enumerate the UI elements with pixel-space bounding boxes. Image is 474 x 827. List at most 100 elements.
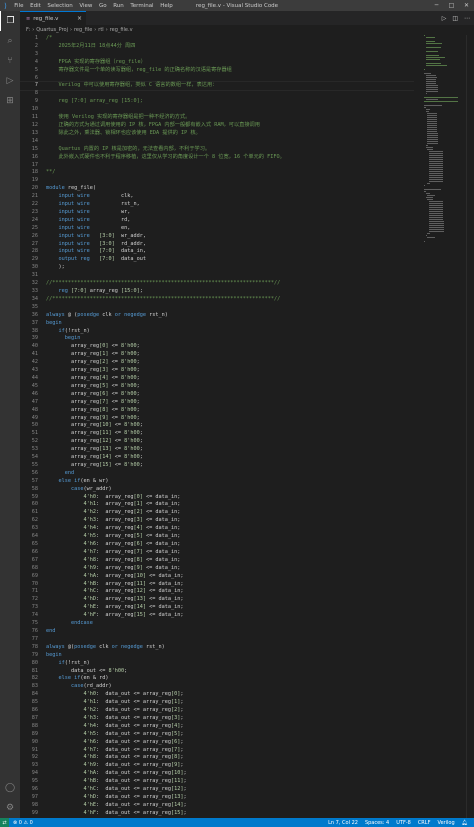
- run-debug-icon[interactable]: ▷: [0, 71, 20, 91]
- search-icon[interactable]: ⌕: [0, 31, 20, 51]
- code-line[interactable]: 29 output reg [7:0] data_out: [20, 256, 414, 264]
- code-line[interactable]: 2 2025年2月11日 18点44分 周四: [20, 43, 414, 51]
- code-line[interactable]: 79 begin: [20, 652, 414, 660]
- code-line[interactable]: 83 case(rd_addr): [20, 683, 414, 691]
- code-line[interactable]: 3: [20, 51, 414, 59]
- code-line[interactable]: 46 array_reg[6] <= 8'h00;: [20, 391, 414, 399]
- code-line[interactable]: 94 4'hA: data_out <= array_reg[10];: [20, 770, 414, 778]
- code-line[interactable]: 49 array_reg[9] <= 8'h00;: [20, 415, 414, 423]
- code-line[interactable]: 89 4'h5: data_out <= array_reg[5];: [20, 731, 414, 739]
- code-line[interactable]: 73 4'hE: array_reg[14] <= data_in;: [20, 604, 414, 612]
- code-line[interactable]: 56 end: [20, 470, 414, 478]
- code-line[interactable]: 69 4'hA: array_reg[10] <= data_in;: [20, 573, 414, 581]
- code-line[interactable]: 59 4'h0: array_reg[0] <= data_in;: [20, 494, 414, 502]
- menu-item-edit[interactable]: Edit: [27, 3, 44, 9]
- code-line[interactable]: 95 4'hB: data_out <= array_reg[11];: [20, 778, 414, 786]
- code-line[interactable]: 7 Verilog 中可以使用寄存器组，类似 C 语言的数组一样，表达用：: [20, 81, 414, 92]
- menu-item-file[interactable]: File: [11, 3, 27, 9]
- code-line[interactable]: 17: [20, 162, 414, 170]
- code-line[interactable]: 55 array_reg[15] <= 8'h00;: [20, 462, 414, 470]
- code-line[interactable]: 86 4'h2: data_out <= array_reg[2];: [20, 707, 414, 715]
- breadcrumb-item[interactable]: rtl: [98, 27, 103, 33]
- menu-item-terminal[interactable]: Terminal: [127, 3, 157, 9]
- code-line[interactable]: 88 4'h4: data_out <= array_reg[4];: [20, 723, 414, 731]
- code-line[interactable]: 68 4'h9: array_reg[9] <= data_in;: [20, 565, 414, 573]
- code-line[interactable]: 78 always @(posedge clk or negedge rst_n): [20, 644, 414, 652]
- code-line[interactable]: 19: [20, 177, 414, 185]
- extensions-icon[interactable]: ⊞: [0, 91, 20, 111]
- breadcrumb-item[interactable]: Quartus_Proj: [36, 27, 68, 33]
- code-line[interactable]: 41 array_reg[1] <= 8'h00;: [20, 351, 414, 359]
- code-line[interactable]: 16 此外嵌入式硬件也不利于程序移植，这里仅从学习的角度设计一个 8 位宽，16…: [20, 154, 414, 162]
- settings-gear-icon[interactable]: ⚙: [0, 798, 20, 818]
- notifications-bell-icon[interactable]: 🔔︎: [462, 820, 468, 826]
- code-line[interactable]: 98 4'hE: data_out <= array_reg[14];: [20, 802, 414, 810]
- cursor-position[interactable]: Ln 7, Col 22: [328, 820, 358, 826]
- code-line[interactable]: 4 FPGA 实现的寄存器组（reg_file）: [20, 59, 414, 67]
- code-line[interactable]: 42 array_reg[2] <= 8'h00;: [20, 359, 414, 367]
- code-line[interactable]: 35: [20, 304, 414, 312]
- code-line[interactable]: 47 array_reg[7] <= 8'h00;: [20, 399, 414, 407]
- breadcrumb-item[interactable]: reg_file: [74, 27, 92, 33]
- code-line[interactable]: 10: [20, 106, 414, 114]
- code-line[interactable]: 43 array_reg[3] <= 8'h00;: [20, 367, 414, 375]
- tab-reg-file[interactable]: ≡ reg_file.v ×: [20, 11, 86, 25]
- code-line[interactable]: 12 正确的方式为通过调用使用的 IP 核，FPGA 内部一般都有嵌入式 RAM…: [20, 122, 414, 130]
- code-line[interactable]: 27 input wire [3:0] rd_addr,: [20, 241, 414, 249]
- code-line[interactable]: 65 4'h6: array_reg[6] <= data_in;: [20, 541, 414, 549]
- code-line[interactable]: 14: [20, 138, 414, 146]
- encoding[interactable]: UTF-8: [396, 820, 411, 826]
- code-line[interactable]: 80 if(!rst_n): [20, 660, 414, 668]
- code-line[interactable]: 5 寄存器文件是一个单的读写器组，reg_file 的正确名称的汉语是寄存器组: [20, 67, 414, 75]
- code-line[interactable]: 25 input wire en,: [20, 225, 414, 233]
- code-line[interactable]: 21 input wire clk,: [20, 193, 414, 201]
- code-line[interactable]: 33 reg [7:0] array_reg [15:0];: [20, 288, 414, 296]
- close-window-icon[interactable]: ✕: [459, 0, 474, 11]
- code-line[interactable]: 1 /*: [20, 35, 414, 43]
- code-line[interactable]: 61 4'h2: array_reg[2] <= data_in;: [20, 509, 414, 517]
- code-line[interactable]: 70 4'hB: array_reg[11] <= data_in;: [20, 581, 414, 589]
- code-line[interactable]: 50 array_reg[10] <= 8'h00;: [20, 422, 414, 430]
- code-line[interactable]: 71 4'hC: array_reg[12] <= data_in;: [20, 588, 414, 596]
- code-line[interactable]: 39 begin: [20, 335, 414, 343]
- code-line[interactable]: 92 4'h8: data_out <= array_reg[8];: [20, 754, 414, 762]
- menu-item-view[interactable]: View: [76, 3, 96, 9]
- code-line[interactable]: 84 4'h0: data_out <= array_reg[0];: [20, 691, 414, 699]
- code-line[interactable]: 31: [20, 272, 414, 280]
- code-line[interactable]: 38 if(!rst_n): [20, 328, 414, 336]
- minimap[interactable]: [424, 35, 464, 818]
- code-line[interactable]: 76 end: [20, 628, 414, 636]
- split-editor-icon[interactable]: ◫: [452, 15, 458, 22]
- breadcrumb-item[interactable]: F:: [26, 27, 30, 33]
- code-line[interactable]: 67 4'h8: array_reg[8] <= data_in;: [20, 557, 414, 565]
- more-actions-icon[interactable]: ⋯: [464, 15, 470, 22]
- code-line[interactable]: 45 array_reg[5] <= 8'h00;: [20, 383, 414, 391]
- code-line[interactable]: 36 always @ (posedge clk or negedge rst_n…: [20, 312, 414, 320]
- code-line[interactable]: 52 array_reg[12] <= 8'h00;: [20, 438, 414, 446]
- code-line[interactable]: 9 reg [7:0] array_reg [15:0];: [20, 98, 414, 106]
- code-line[interactable]: 24 input wire rd,: [20, 217, 414, 225]
- code-line[interactable]: 91 4'h7: data_out <= array_reg[7];: [20, 747, 414, 755]
- run-icon[interactable]: ▷: [442, 15, 447, 22]
- code-line[interactable]: 85 4'h1: data_out <= array_reg[1];: [20, 699, 414, 707]
- breadcrumb-item[interactable]: reg_file.v: [110, 27, 133, 33]
- explorer-icon[interactable]: ❐: [0, 11, 20, 31]
- code-line[interactable]: 15 Quartus 内置的 IP 核是加密的，无法查看内部，不利于学习。: [20, 146, 414, 154]
- maximize-icon[interactable]: □: [444, 0, 459, 11]
- code-line[interactable]: 72 4'hD: array_reg[13] <= data_in;: [20, 596, 414, 604]
- code-line[interactable]: 51 array_reg[11] <= 8'h00;: [20, 430, 414, 438]
- code-line[interactable]: 8: [20, 90, 414, 98]
- code-editor[interactable]: 1/* 2 2025年2月11日 18点44分 周四 3 4 FPGA 实现的寄存器组…: [20, 35, 414, 818]
- code-line[interactable]: 93 4'h9: data_out <= array_reg[9];: [20, 762, 414, 770]
- code-line[interactable]: 57 else if(en & wr): [20, 478, 414, 486]
- code-line[interactable]: 23 input wire wr,: [20, 209, 414, 217]
- remote-indicator-icon[interactable]: ⇄: [0, 818, 9, 827]
- code-line[interactable]: 97 4'hD: data_out <= array_reg[13];: [20, 794, 414, 802]
- code-line[interactable]: 99 4'hF: data_out <= array_reg[15];: [20, 810, 414, 818]
- code-line[interactable]: 20 module reg_file(: [20, 185, 414, 193]
- code-line[interactable]: 13 除此之外，乘法器、锁相环也应该使用 EDA 提供的 IP 核。: [20, 130, 414, 138]
- code-line[interactable]: 11 使用 Verilog 实现的寄存器组是把一种不经济的方式。: [20, 114, 414, 122]
- account-icon[interactable]: ◯: [0, 778, 20, 798]
- code-line[interactable]: 58 case(wr_addr): [20, 486, 414, 494]
- code-line[interactable]: 62 4'h3: array_reg[3] <= data_in;: [20, 517, 414, 525]
